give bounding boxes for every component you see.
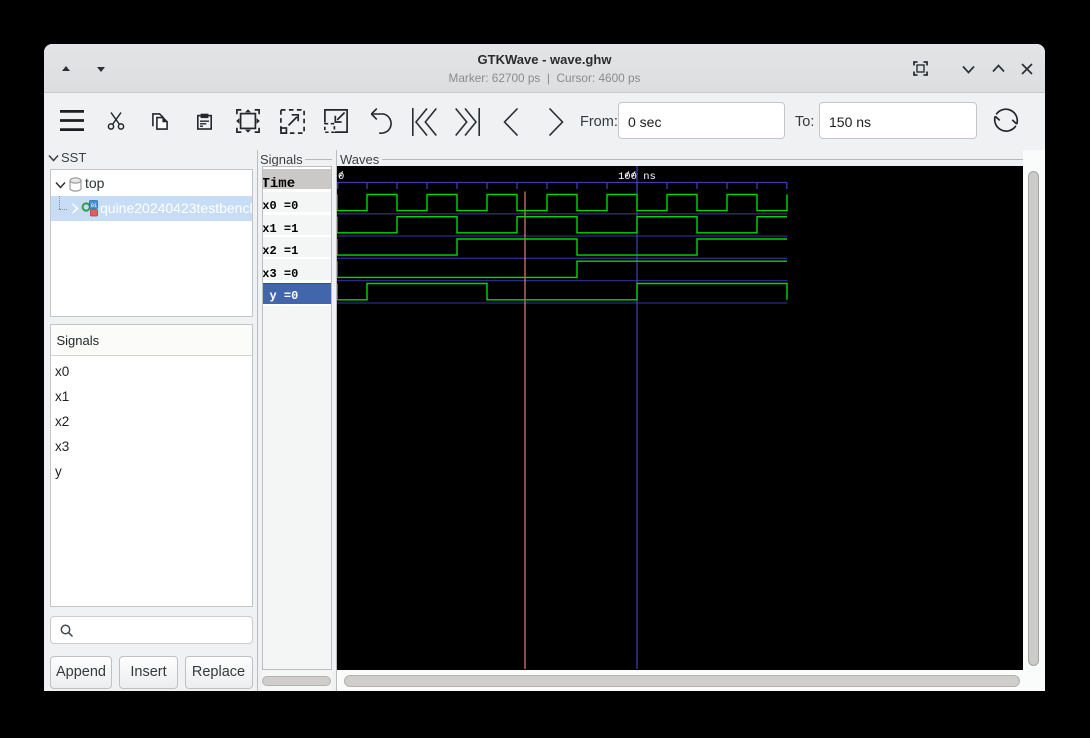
svg-text:01: 01 xyxy=(90,202,97,209)
svg-text:100 ns: 100 ns xyxy=(618,171,656,183)
svg-text:0: 0 xyxy=(338,171,344,183)
